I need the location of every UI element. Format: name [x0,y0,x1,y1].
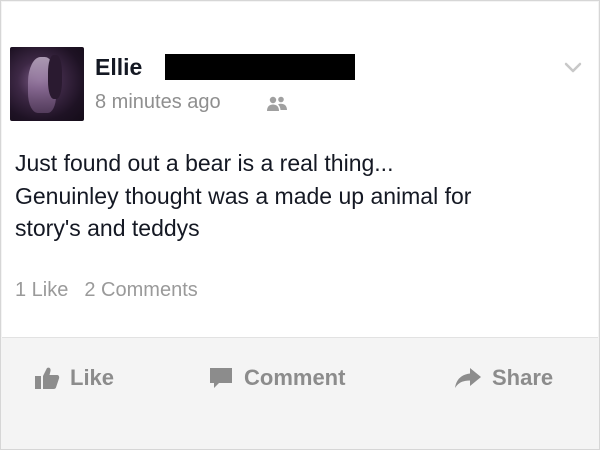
screenshot-frame: Ellie 8 minutes ago Just found out a bea… [0,0,600,450]
comment-label: Comment [244,365,346,390]
like-label: Like [70,365,115,390]
post-text-line: story's and teddys [15,215,200,241]
speech-bubble-icon [210,368,232,388]
post-stats: 1 Like 2 Comments [15,279,198,302]
comment-count[interactable]: 2 Comments [84,279,197,301]
post-text-line: Genuinley thought was a made up animal f… [15,182,472,209]
comment-button[interactable]: Comment [208,363,345,393]
action-bar: Like Comment Share [2,338,598,422]
share-label: Share [492,365,554,390]
author-name[interactable]: Ellie [95,54,142,81]
post-text: Just found out a bear is a real thing...… [15,147,595,245]
thumbs-up-icon [35,367,60,389]
like-button[interactable]: Like [34,363,114,393]
avatar[interactable] [10,47,84,121]
like-count[interactable]: 1 Like [15,279,68,301]
facebook-post: Ellie 8 minutes ago Just found out a bea… [2,2,598,337]
post-timestamp[interactable]: 8 minutes ago [95,91,221,114]
share-arrow-icon [455,368,481,388]
avatar-shadow [48,55,62,99]
redaction-bar [165,54,355,80]
chevron-down-icon[interactable] [564,62,582,74]
post-text-line: Just found out a bear is a real thing... [15,150,394,176]
share-button[interactable]: Share [454,363,553,393]
friends-icon [267,96,287,111]
